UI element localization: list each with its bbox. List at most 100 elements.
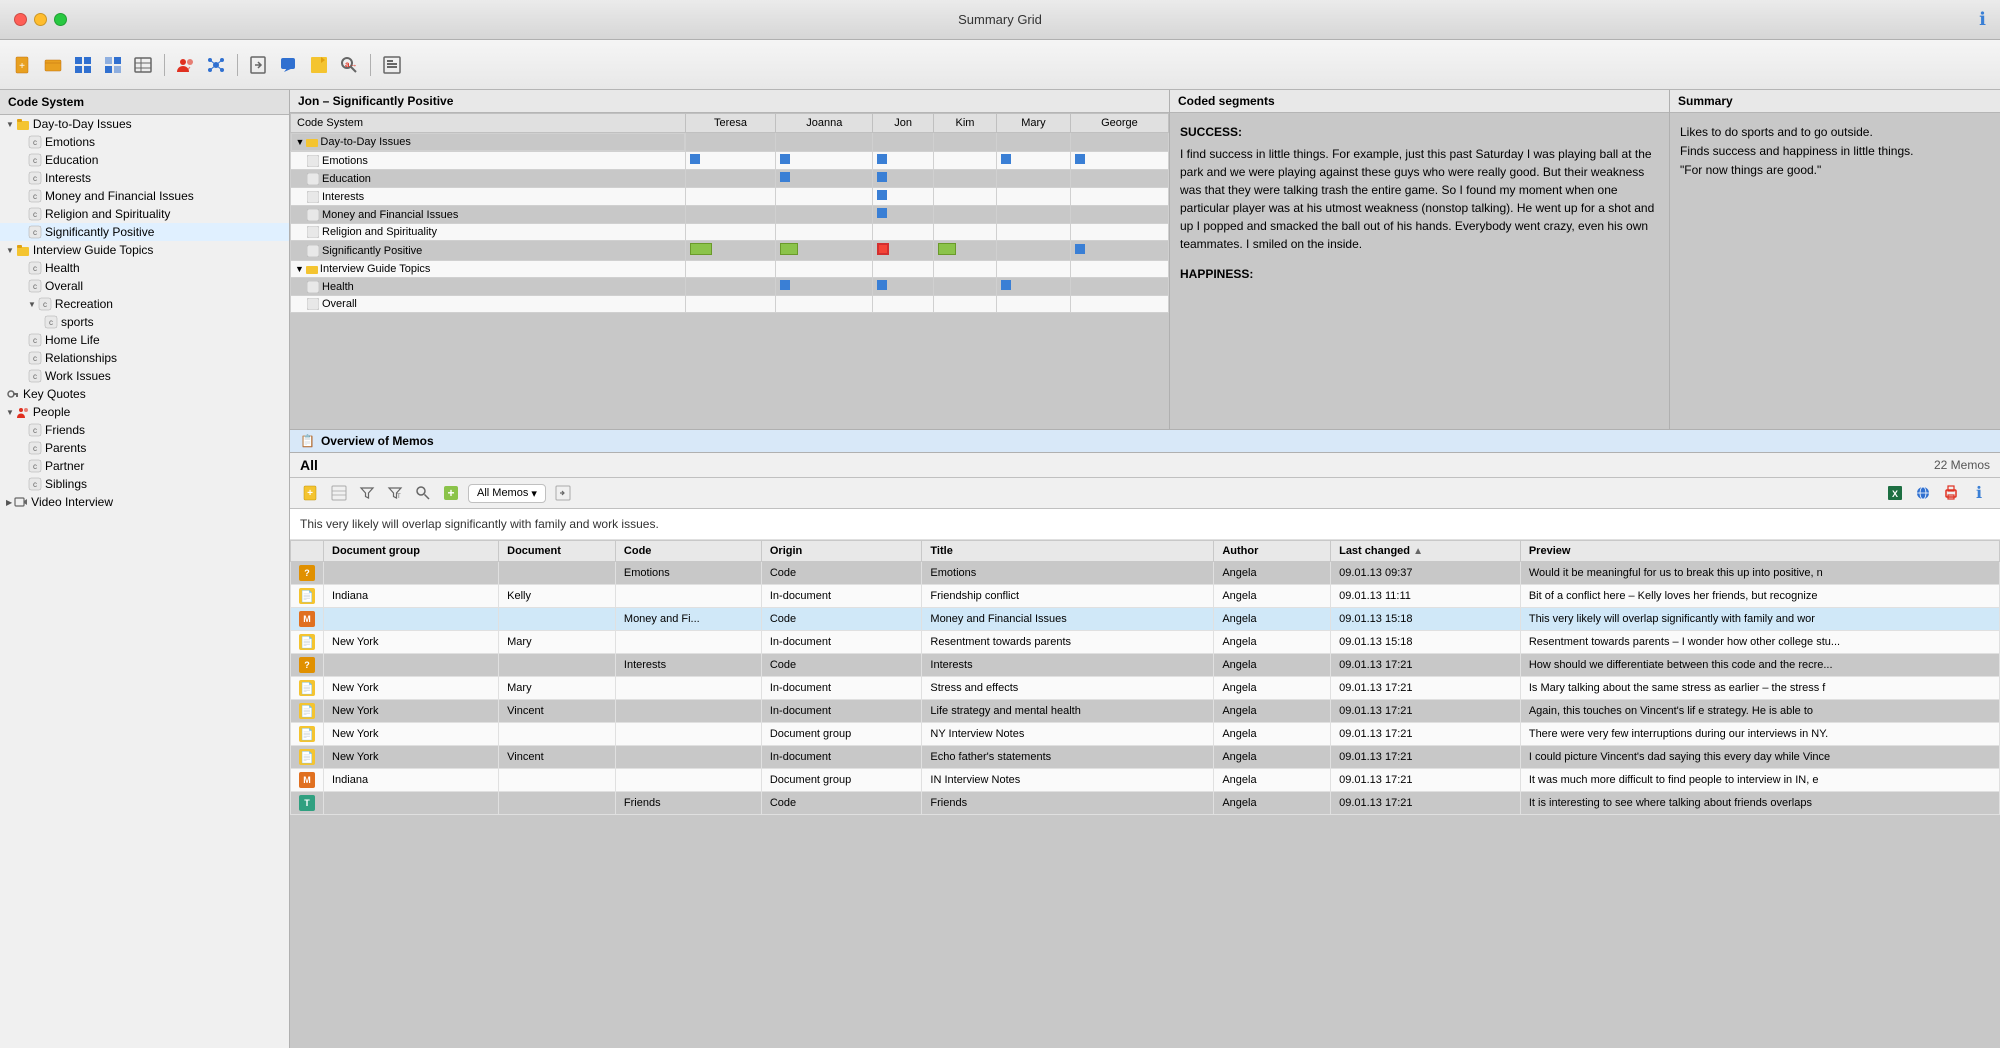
- search-icon[interactable]: [412, 482, 434, 504]
- cell-emotions-jon: [873, 152, 934, 170]
- filter-icon[interactable]: [356, 482, 378, 504]
- tree-item-interview-guide[interactable]: ▼ Interview Guide Topics: [0, 241, 289, 259]
- memos-table-row[interactable]: 📄New YorkDocument groupNY Interview Note…: [291, 723, 2000, 746]
- svg-text:c: c: [33, 156, 37, 165]
- tree-item-emotions[interactable]: c Emotions: [0, 133, 289, 151]
- print-icon[interactable]: [1940, 482, 1962, 504]
- tree-item-health[interactable]: c Health: [0, 259, 289, 277]
- tree-item-key-quotes[interactable]: Key Quotes: [0, 385, 289, 403]
- find-replace-icon[interactable]: a→: [336, 52, 362, 78]
- coded-content[interactable]: SUCCESS: I find success in little things…: [1170, 113, 1669, 429]
- tree-item-relationships[interactable]: c Relationships: [0, 349, 289, 367]
- tree-item-friends[interactable]: c Friends: [0, 421, 289, 439]
- row-money[interactable]: Money and Financial Issues: [291, 206, 1169, 224]
- memo-new-icon[interactable]: +: [300, 482, 322, 504]
- col-origin[interactable]: Origin: [761, 541, 922, 562]
- col-preview[interactable]: Preview: [1520, 541, 1999, 562]
- tree-item-partner[interactable]: c Partner: [0, 457, 289, 475]
- col-document[interactable]: Document: [499, 541, 616, 562]
- memos-table-row[interactable]: 📄New YorkVincentIn-documentLife strategy…: [291, 700, 2000, 723]
- tree-item-religion[interactable]: c Religion and Spirituality: [0, 205, 289, 223]
- all-memos-dropdown[interactable]: All Memos ▾: [468, 484, 546, 503]
- maximize-button[interactable]: [54, 13, 67, 26]
- row-interview-guide[interactable]: ▼ Interview Guide Topics: [291, 261, 1169, 278]
- tree-item-work-issues[interactable]: c Work Issues: [0, 367, 289, 385]
- success-text: I find success in little things. For exa…: [1180, 145, 1659, 253]
- grid-icon[interactable]: [70, 52, 96, 78]
- cluster-icon[interactable]: [203, 52, 229, 78]
- memo-cell-documentGroup: New York: [324, 631, 499, 654]
- memo-type-badge: M: [299, 772, 315, 788]
- key-icon: [6, 387, 20, 401]
- tree-item-parents[interactable]: c Parents: [0, 439, 289, 457]
- memo-cell-lastChanged: 09.01.13 17:21: [1331, 792, 1521, 815]
- col-document-group[interactable]: Document group: [324, 541, 499, 562]
- people-red-icon[interactable]: [173, 52, 199, 78]
- tree-item-siblings[interactable]: c Siblings: [0, 475, 289, 493]
- memos-table-row[interactable]: 📄New YorkMaryIn-documentStress and effec…: [291, 677, 2000, 700]
- sticky-icon[interactable]: [306, 52, 332, 78]
- memo-type-badge: T: [299, 795, 315, 811]
- row-interests[interactable]: Interests: [291, 188, 1169, 206]
- tree-item-overall[interactable]: c Overall: [0, 277, 289, 295]
- grid-table-container[interactable]: Code System Teresa Joanna Jon Kim Mary G…: [290, 113, 1169, 425]
- col-last-changed[interactable]: Last changed ▲: [1331, 541, 1521, 562]
- memo-cell-origin: Code: [761, 562, 922, 585]
- excel-icon[interactable]: X: [1884, 482, 1906, 504]
- row-overall[interactable]: Overall: [291, 296, 1169, 313]
- tree-item-sports[interactable]: c sports: [0, 313, 289, 331]
- row-day-to-day[interactable]: ▼ Day-to-Day Issues: [291, 133, 1169, 152]
- cell-interests-jon: [873, 188, 934, 206]
- filter-text-icon[interactable]: T: [384, 482, 406, 504]
- export-memos-icon[interactable]: [552, 482, 574, 504]
- memo-type-badge: ?: [299, 565, 315, 581]
- tree-item-recreation[interactable]: ▼ c Recreation: [0, 295, 289, 313]
- memo-cell-author: Angela: [1214, 700, 1331, 723]
- tree-item-money[interactable]: c Money and Financial Issues: [0, 187, 289, 205]
- web-icon[interactable]: [1912, 482, 1934, 504]
- memos-table-row[interactable]: ?InterestsCodeInterestsAngela09.01.13 17…: [291, 654, 2000, 677]
- memo-cell-title: NY Interview Notes: [922, 723, 1214, 746]
- memos-table-row[interactable]: MMoney and Fi...CodeMoney and Financial …: [291, 608, 2000, 631]
- info-icon[interactable]: ℹ: [1979, 9, 1986, 30]
- row-health[interactable]: Health: [291, 278, 1169, 296]
- memos-table-row[interactable]: ?EmotionsCodeEmotionsAngela09.01.13 09:3…: [291, 562, 2000, 585]
- tree-item-education[interactable]: c Education: [0, 151, 289, 169]
- comment-icon[interactable]: [276, 52, 302, 78]
- tree-item-home-life[interactable]: c Home Life: [0, 331, 289, 349]
- tree-item-significantly-positive[interactable]: c Significantly Positive: [0, 223, 289, 241]
- row-sig-positive[interactable]: Significantly Positive: [291, 241, 1169, 261]
- memo-list-icon[interactable]: [328, 482, 350, 504]
- export-icon[interactable]: [246, 52, 272, 78]
- col-author[interactable]: Author: [1214, 541, 1331, 562]
- tree-item-day-to-day[interactable]: ▼ Day-to-Day Issues: [0, 115, 289, 133]
- tree-label-sports: sports: [61, 315, 94, 329]
- memos-table-row[interactable]: TFriendsCodeFriendsAngela09.01.13 17:21I…: [291, 792, 2000, 815]
- memos-table-row[interactable]: 📄New YorkVincentIn-documentEcho father's…: [291, 746, 2000, 769]
- memos-table-row[interactable]: MIndianaDocument groupIN Interview Notes…: [291, 769, 2000, 792]
- memo-cell-code: Money and Fi...: [615, 608, 761, 631]
- col-george: George: [1070, 114, 1168, 133]
- tree-item-video-interview[interactable]: ▶ Video Interview: [0, 493, 289, 511]
- reports-icon[interactable]: [379, 52, 405, 78]
- minimize-button[interactable]: [34, 13, 47, 26]
- add-memo-icon[interactable]: +: [440, 482, 462, 504]
- tree-item-interests[interactable]: c Interests: [0, 169, 289, 187]
- grid2-icon[interactable]: [100, 52, 126, 78]
- close-button[interactable]: [14, 13, 27, 26]
- row-emotions[interactable]: Emotions: [291, 152, 1169, 170]
- col-title[interactable]: Title: [922, 541, 1214, 562]
- memos-table-row[interactable]: 📄New YorkMaryIn-documentResentment towar…: [291, 631, 2000, 654]
- row-religion[interactable]: Religion and Spirituality: [291, 224, 1169, 241]
- tree-item-people[interactable]: ▼ People: [0, 403, 289, 421]
- col-code[interactable]: Code: [615, 541, 761, 562]
- list-icon[interactable]: [130, 52, 156, 78]
- info-memos-icon[interactable]: ℹ: [1968, 482, 1990, 504]
- summary-content[interactable]: Likes to do sports and to go outside. Fi…: [1670, 113, 2000, 429]
- new-doc-icon[interactable]: +: [10, 52, 36, 78]
- open-doc-icon[interactable]: [40, 52, 66, 78]
- memos-table-container[interactable]: Document group Document Code Origin Titl…: [290, 540, 2000, 1048]
- memos-table-row[interactable]: 📄IndianaKellyIn-documentFriendship confl…: [291, 585, 2000, 608]
- all-memos-label: All Memos: [477, 487, 528, 499]
- row-education[interactable]: Education: [291, 170, 1169, 188]
